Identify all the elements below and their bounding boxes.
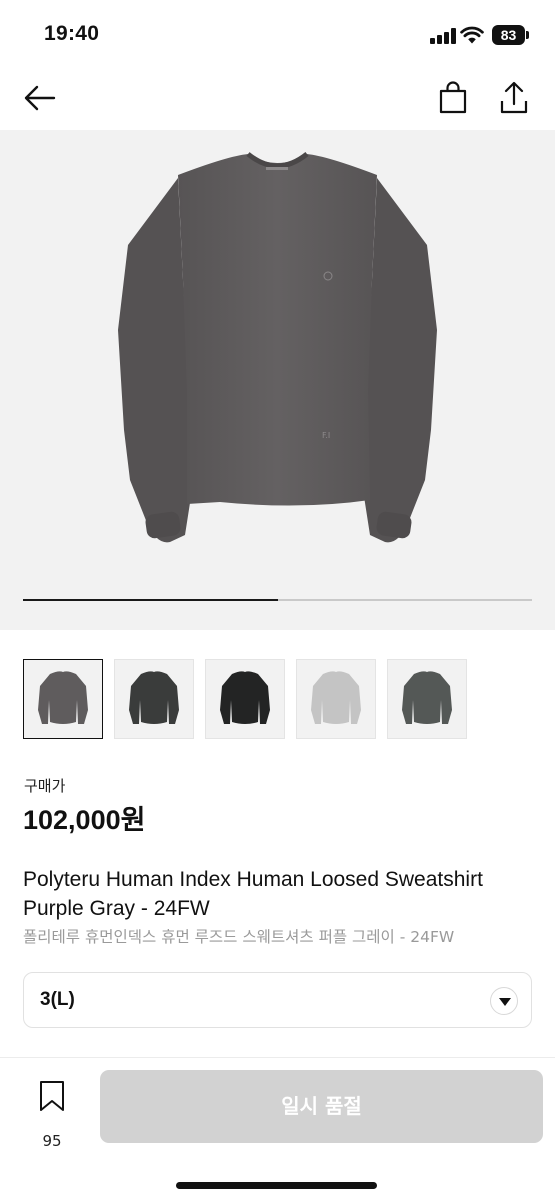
back-arrow-icon — [24, 85, 56, 111]
svg-text:F.I: F.I — [322, 431, 330, 440]
sold-out-button[interactable]: 일시 품절 — [100, 1070, 543, 1143]
battery-level: 83 — [492, 25, 525, 45]
cellular-signal-icon — [430, 28, 456, 44]
thumbnail-image — [311, 671, 361, 724]
size-select[interactable]: 3(L) — [23, 972, 532, 1028]
battery-icon: 83 — [492, 25, 530, 45]
shopping-bag-icon — [439, 81, 467, 114]
bookmark-count: 95 — [42, 1132, 62, 1150]
thumbnail-3[interactable] — [205, 659, 285, 739]
product-image: F.I — [118, 152, 437, 543]
thumbnail-1[interactable] — [23, 659, 103, 739]
status-bar: 19:40 83 — [0, 0, 555, 70]
share-button[interactable] — [497, 80, 531, 116]
wifi-icon — [460, 26, 484, 44]
gallery-progress-track — [23, 599, 532, 601]
product-image-gallery[interactable]: F.I — [0, 130, 555, 630]
price-value: 102,000원 — [23, 805, 146, 835]
home-indicator — [176, 1182, 377, 1189]
status-time: 19:40 — [44, 22, 100, 45]
bookmark-icon — [40, 1081, 64, 1111]
thumbnail-image — [220, 671, 270, 724]
thumbnail-strip — [23, 659, 543, 739]
thumbnail-2[interactable] — [114, 659, 194, 739]
product-title-korean: 폴리테루 휴먼인덱스 휴먼 루즈드 스웨트셔츠 퍼플 그레이 - 24FW — [23, 928, 455, 946]
thumbnail-image — [129, 671, 179, 724]
thumbnail-image — [38, 671, 88, 724]
thumbnail-4[interactable] — [296, 659, 376, 739]
bottom-action-bar: 95 일시 품절 — [0, 1057, 555, 1200]
chevron-down-icon — [490, 987, 518, 1015]
bookmark-button[interactable]: 95 — [30, 1078, 74, 1150]
gallery-progress-fill — [23, 599, 278, 601]
shopping-bag-button[interactable] — [436, 80, 470, 116]
nav-bar — [0, 70, 555, 130]
price-label: 구매가 — [24, 777, 66, 795]
thumbnail-image — [402, 671, 452, 724]
back-button[interactable] — [22, 82, 58, 114]
size-select-value: 3(L) — [40, 989, 75, 1010]
share-icon — [500, 81, 528, 114]
product-title: Polyteru Human Index Human Loosed Sweats… — [23, 868, 483, 920]
thumbnail-5[interactable] — [387, 659, 467, 739]
